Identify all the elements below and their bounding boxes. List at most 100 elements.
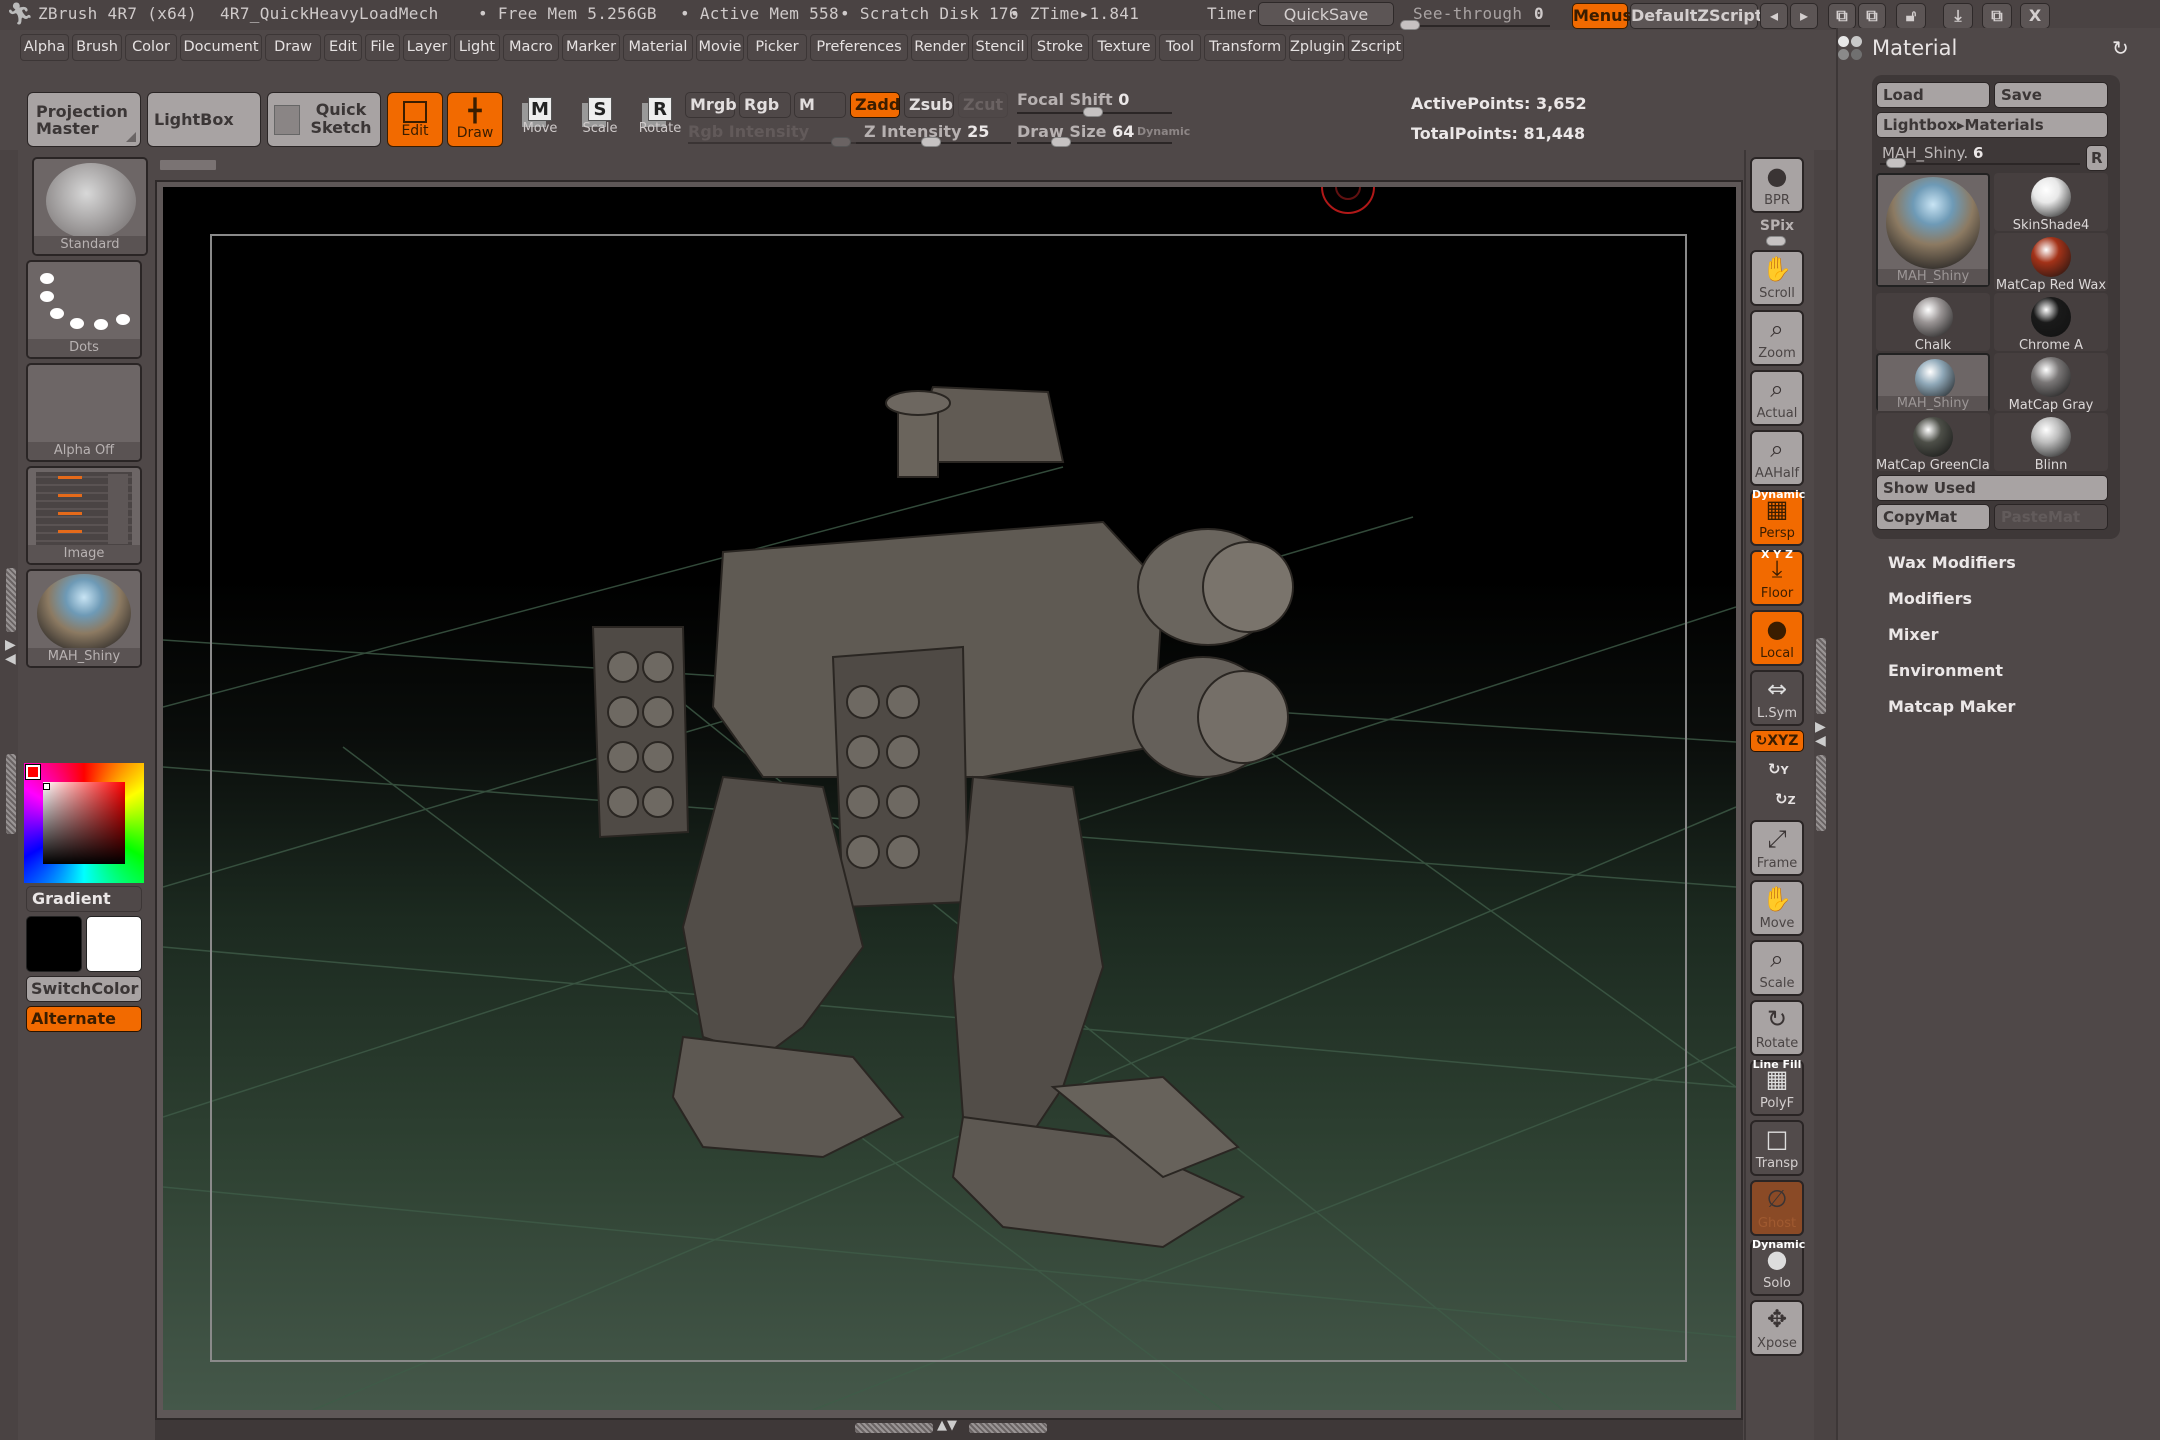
l-sym-button[interactable]: ⇔ L.Sym (1750, 670, 1804, 726)
material-thumbnail[interactable]: MAH_Shiny (26, 569, 142, 668)
menu-item-macro[interactable]: Macro (503, 34, 559, 61)
see-through-slider-track[interactable] (1400, 25, 1550, 27)
material-swatch-chrome-a[interactable]: Chrome A (1994, 293, 2108, 353)
palette-reset-icon[interactable]: ↻ (2112, 36, 2129, 60)
draw-size-slider[interactable] (1017, 142, 1172, 144)
menu-item-transform[interactable]: Transform (1204, 34, 1286, 61)
spix-slider[interactable] (1766, 236, 1786, 246)
floor-button[interactable]: X Y Z ⤓ Floor (1750, 548, 1804, 606)
move-button[interactable]: M Move (512, 97, 568, 136)
switch-color-button[interactable]: SwitchColor (26, 976, 142, 1002)
lock-icon[interactable]: 🔓︎ (1896, 3, 1926, 29)
bottom-tray-toggle-icon[interactable]: ▲▼ (937, 1418, 957, 1433)
subpalette-environment[interactable]: Environment (1888, 661, 2003, 680)
xpose-button[interactable]: ✥ Xpose (1750, 1300, 1804, 1356)
back-color-swatch[interactable] (86, 916, 142, 972)
scale-button[interactable]: ⌕ Scale (1750, 940, 1804, 996)
scroll-button[interactable]: ✋ Scroll (1750, 250, 1804, 306)
canvas-tab-handle[interactable] (160, 160, 216, 170)
gradient-button[interactable]: Gradient (26, 886, 142, 912)
current-material-knob[interactable] (1886, 158, 1906, 168)
frame-button[interactable]: ⤢ Frame (1750, 820, 1804, 876)
r-reset-button[interactable]: R (2086, 145, 2108, 171)
menu-item-light[interactable]: Light (454, 34, 500, 61)
solo-button[interactable]: Dynamic ● Solo (1750, 1238, 1805, 1296)
layout-prev-icon[interactable]: ⧉ (1828, 3, 1856, 29)
material-preview-large[interactable]: MAH_Shiny (1876, 173, 1990, 287)
rotate-button[interactable]: R Rotate (632, 97, 688, 136)
dynamic-toggle[interactable]: Dynamic (1137, 125, 1190, 138)
menu-item-layer[interactable]: Layer (403, 34, 451, 61)
rotate-y-button[interactable]: ↻Y (1768, 760, 1789, 778)
alternate-button[interactable]: Alternate (26, 1006, 142, 1032)
right-tray-scroll-top[interactable] (1816, 638, 1826, 714)
bottom-tray-scroll-right[interactable] (969, 1423, 1047, 1433)
material-swatch-matcap-gray[interactable]: MatCap Gray (1994, 353, 2108, 413)
projection-master-button[interactable]: Projection Master (27, 92, 141, 147)
edit-button[interactable]: Edit (387, 92, 443, 147)
palette-right-icon[interactable]: ▸ (1790, 3, 1818, 29)
menu-item-color[interactable]: Color (125, 34, 177, 61)
right-tray-scroll-bottom[interactable] (1816, 755, 1826, 831)
subpalette-mixer[interactable]: Mixer (1888, 625, 1938, 644)
menu-item-alpha[interactable]: Alpha (20, 34, 69, 61)
color-picker-hue-ring[interactable] (24, 763, 144, 883)
lightbox-materials-button[interactable]: Lightbox▸Materials (1876, 112, 2108, 138)
brush-thumbnail[interactable]: Standard (32, 157, 148, 256)
ghost-button[interactable]: ∅ Ghost (1750, 1180, 1804, 1236)
main-color-swatch[interactable] (25, 764, 41, 780)
bpr-button[interactable]: ● BPR (1750, 157, 1804, 213)
left-tray-scroll-top[interactable] (6, 568, 16, 632)
zsub-button[interactable]: Zsub (904, 92, 954, 118)
zadd-button[interactable]: Zadd (850, 92, 900, 118)
menu-item-document[interactable]: Document (180, 34, 262, 61)
bottom-tray-scroll-left[interactable] (855, 1423, 933, 1433)
left-tray-scroll-bottom[interactable] (6, 754, 16, 834)
menu-item-stroke[interactable]: Stroke (1031, 34, 1089, 61)
layout-next-icon[interactable]: ⧉ (1858, 3, 1886, 29)
menu-item-material[interactable]: Material (623, 34, 693, 61)
rgb-intensity-knob[interactable] (831, 137, 851, 147)
subpalette-modifiers[interactable]: Modifiers (1888, 589, 1972, 608)
lightbox-button[interactable]: LightBox (147, 92, 261, 147)
show-used-button[interactable]: Show Used (1876, 475, 2108, 501)
scale-button[interactable]: S Scale (572, 97, 628, 136)
close-icon[interactable]: X (2020, 3, 2050, 29)
menu-item-movie[interactable]: Movie (696, 34, 744, 61)
menu-item-zplugin[interactable]: Zplugin (1289, 34, 1345, 61)
stroke-thumbnail[interactable]: Dots (26, 260, 142, 359)
actual-button[interactable]: ⌕ Actual (1750, 370, 1804, 426)
subpalette-matcap-maker[interactable]: Matcap Maker (1888, 697, 2015, 716)
move-button[interactable]: ✋ Move (1750, 880, 1804, 936)
polyf-button[interactable]: Line Fill ▦ PolyF (1750, 1058, 1804, 1116)
z-intensity-knob[interactable] (921, 137, 941, 147)
menus-button[interactable]: Menus (1572, 3, 1632, 29)
material-swatch-chalk[interactable]: Chalk (1876, 293, 1990, 353)
quick-sketch-button[interactable]: Quick Sketch (267, 92, 381, 147)
draw-size-knob[interactable] (1051, 137, 1071, 147)
default-zscript-button[interactable]: DefaultZScript (1630, 3, 1763, 29)
rotate-button[interactable]: ↻ Rotate (1750, 1000, 1804, 1056)
document-canvas[interactable] (163, 187, 1736, 1410)
material-swatch-matcap-greenclay[interactable]: MatCap GreenClay (1876, 413, 1990, 473)
alpha-thumbnail[interactable]: Alpha Off (26, 363, 142, 462)
rgb-button[interactable]: Rgb (739, 92, 791, 118)
persp-button[interactable]: Dynamic ▦ Persp (1750, 488, 1805, 546)
rotate-xyz-button[interactable]: ↻XYZ (1750, 730, 1804, 752)
material-swatch-matcap-red-wax[interactable]: MatCap Red Wax (1994, 233, 2108, 293)
rotate-z-button[interactable]: ↻Z (1775, 790, 1796, 808)
draw-button[interactable]: ╋ Draw (447, 92, 503, 147)
minimize-icon[interactable]: ⤓ (1943, 3, 1973, 29)
aahalf-button[interactable]: ⌕ AAHalf (1750, 430, 1804, 486)
m-button[interactable]: M (794, 92, 846, 118)
save-button[interactable]: Save (1994, 82, 2108, 108)
menu-item-brush[interactable]: Brush (72, 34, 122, 61)
pastemat-button[interactable]: PasteMat (1994, 504, 2108, 530)
see-through-slider-knob[interactable] (1400, 20, 1420, 30)
texture-thumbnail[interactable]: Image (26, 466, 142, 565)
right-tray-toggle-icon[interactable]: ▶ ◀ (1815, 720, 1826, 748)
palette-left-icon[interactable]: ◂ (1760, 3, 1788, 29)
color-picker-cursor[interactable] (43, 783, 50, 790)
copymat-button[interactable]: CopyMat (1876, 504, 1990, 530)
material-swatch-skinshade4[interactable]: SkinShade4 (1994, 173, 2108, 233)
